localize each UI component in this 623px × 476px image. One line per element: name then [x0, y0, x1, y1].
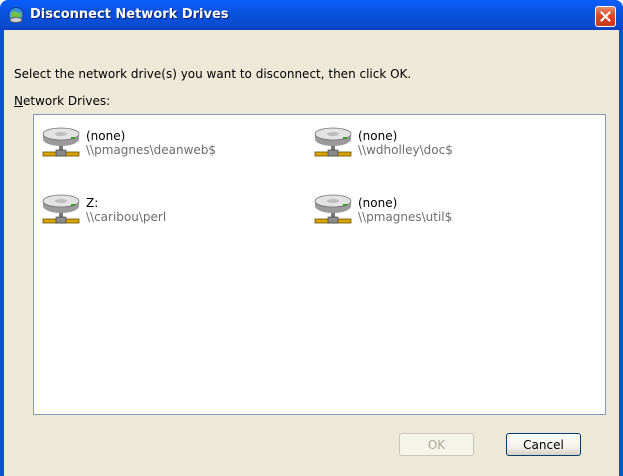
list-item-drive[interactable]: (none) \\pmagnes\deanweb$ — [40, 127, 270, 163]
drive-name: Z: — [86, 196, 99, 210]
list-item-drive[interactable]: Z: \\caribou\perl — [40, 194, 270, 230]
drive-path: \\caribou\perl — [86, 210, 167, 224]
network-drive-icon — [40, 127, 82, 159]
instructions-text: Select the network drive(s) you want to … — [14, 67, 412, 81]
list-item-drive[interactable]: (none) \\pmagnes\util$ — [312, 194, 542, 230]
close-icon — [600, 11, 611, 22]
drive-path: \\pmagnes\deanweb$ — [86, 143, 217, 157]
ok-button[interactable]: OK — [399, 433, 474, 456]
title-bar[interactable]: Disconnect Network Drives — [0, 0, 623, 30]
dialog-window: Disconnect Network Drives Select the net… — [0, 0, 623, 476]
window-title: Disconnect Network Drives — [30, 7, 229, 22]
drive-name: (none) — [358, 129, 398, 143]
close-button[interactable] — [595, 6, 616, 27]
drive-path: \\wdholley\doc$ — [358, 143, 453, 157]
drive-name: (none) — [86, 129, 126, 143]
network-drive-icon — [40, 194, 82, 226]
network-drives-label: Network Drives: — [14, 94, 111, 108]
network-drives-list[interactable]: (none) \\pmagnes\deanweb$ (none) \\wdhol… — [33, 114, 606, 415]
dialog-body: Select the network drive(s) you want to … — [4, 30, 619, 476]
network-drive-icon — [312, 127, 354, 159]
drive-name: (none) — [358, 196, 398, 210]
cancel-button[interactable]: Cancel — [506, 433, 581, 456]
drive-path: \\pmagnes\util$ — [358, 210, 453, 224]
network-drive-icon — [7, 6, 25, 24]
list-item-drive[interactable]: (none) \\wdholley\doc$ — [312, 127, 542, 163]
network-drive-icon — [312, 194, 354, 226]
